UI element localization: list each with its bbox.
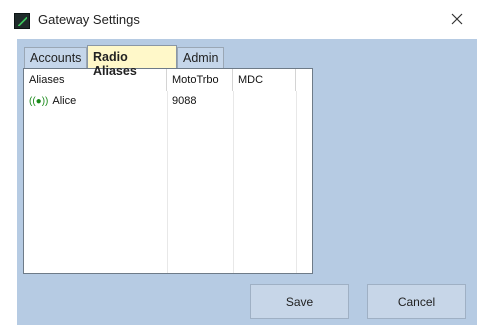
settings-client-area: Accounts Radio Aliases Admin Aliases Mot… xyxy=(17,39,477,325)
table-row[interactable]: ((●)) Alice 9088 xyxy=(24,93,312,113)
aliases-grid[interactable]: Aliases MotoTrbo MDC ((●)) Alice 9088 xyxy=(24,69,312,273)
radio-aliases-panel: Aliases MotoTrbo MDC ((●)) Alice 9088 xyxy=(23,68,313,274)
tab-accounts[interactable]: Accounts xyxy=(24,47,87,68)
gateway-app-icon xyxy=(14,13,30,29)
column-divider xyxy=(233,91,234,273)
alias-name: Alice xyxy=(52,95,77,107)
mototrbo-cell: 9088 xyxy=(172,95,197,107)
cancel-button[interactable]: Cancel xyxy=(367,284,466,319)
column-divider xyxy=(296,91,297,273)
radio-signal-icon: ((●)) xyxy=(29,96,49,107)
close-icon xyxy=(451,13,463,25)
tab-radio-aliases[interactable]: Radio Aliases xyxy=(87,45,177,78)
window-title: Gateway Settings xyxy=(38,12,140,27)
grid-header: Aliases MotoTrbo MDC xyxy=(24,69,312,91)
tab-admin[interactable]: Admin xyxy=(177,47,224,68)
title-bar: Gateway Settings xyxy=(0,0,477,38)
gateway-settings-window: Gateway Settings Accounts Radio Aliases … xyxy=(0,0,477,325)
mdc-cell xyxy=(233,93,296,113)
column-header-mdc[interactable]: MDC xyxy=(233,69,296,91)
column-header-mototrbo[interactable]: MotoTrbo xyxy=(167,69,233,91)
close-button[interactable] xyxy=(437,0,477,38)
save-button[interactable]: Save xyxy=(250,284,349,319)
column-divider xyxy=(167,91,168,273)
alias-cell: ((●)) Alice xyxy=(24,93,167,113)
